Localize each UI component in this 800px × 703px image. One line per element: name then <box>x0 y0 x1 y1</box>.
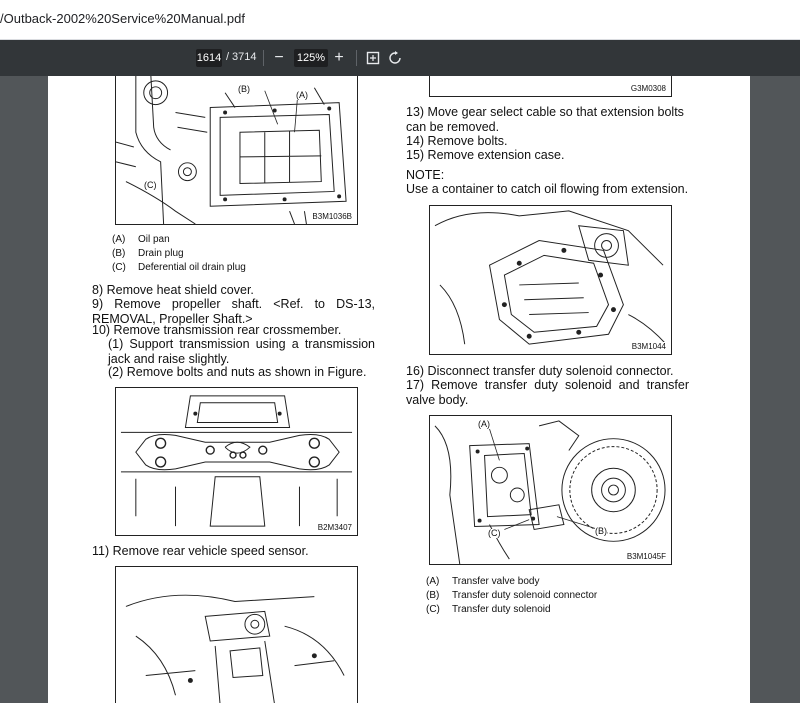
url-text[interactable]: /Outback-2002%20Service%20Manual.pdf <box>0 11 245 26</box>
page-number-input[interactable]: 1614 <box>196 49 222 67</box>
transfer-valve-illustration <box>434 420 666 564</box>
fit-to-page-button[interactable] <box>362 47 384 69</box>
legend-item: (B) Drain plug <box>112 248 184 259</box>
legend-item: (C) Transfer duty solenoid <box>426 604 551 615</box>
callout-a: (A) <box>478 419 490 429</box>
speed-sensor-illustration <box>125 594 345 703</box>
zoom-in-button[interactable]: + <box>328 47 350 69</box>
legend-item: (A) Transfer valve body <box>426 576 540 587</box>
rotate-icon <box>389 51 401 64</box>
rotate-button[interactable] <box>384 47 406 69</box>
figure-speed-sensor <box>115 566 358 703</box>
note-title: NOTE: <box>406 168 445 182</box>
pdf-toolbar: 1614 / 3714 − 125% + <box>0 40 800 76</box>
total-pages: 3714 <box>232 51 257 63</box>
figure-oil-pan: (B) (A) (C) B3M1036B <box>115 76 358 225</box>
callout-b: (B) <box>595 526 607 536</box>
figure-gear-cable: G3M0308 <box>429 76 672 97</box>
figure-code: B3M1036B <box>311 212 353 221</box>
pdf-page: (B) (A) (C) B3M1036B (A) Oil pan (B) Drain… <box>48 76 750 703</box>
figure-code: G3M0308 <box>629 84 667 93</box>
figure-legend-oil-pan: (A) Oil pan (B) Drain plug (C) Deferential … <box>112 233 246 275</box>
note-text: Use a container to catch oil flowing fro… <box>406 182 689 196</box>
step-9: 9) Remove propeller shaft. <Ref. to DS-1… <box>92 297 375 326</box>
callout-c: (C) <box>144 180 157 190</box>
step-14: 14) Remove bolts. <box>406 134 508 148</box>
legend-item: (A) Oil pan <box>112 234 170 245</box>
figure-legend-transfer-valve: (A) Transfer valve body (B) Transfer duty … <box>426 575 597 617</box>
minus-icon: − <box>274 49 284 66</box>
extension-case-illustration <box>434 210 667 345</box>
figure-extension-case: B3M1044 <box>429 205 672 355</box>
legend-item: (B) Transfer duty solenoid connector <box>426 590 598 601</box>
step-17: 17) Remove transfer duty solenoid and tr… <box>406 378 689 407</box>
step-16: 16) Disconnect transfer duty solenoid co… <box>406 364 674 378</box>
address-bar[interactable]: /Outback-2002%20Service%20Manual.pdf <box>0 0 800 40</box>
zoom-out-button[interactable]: − <box>268 47 290 69</box>
fit-to-page-icon <box>366 51 380 65</box>
callout-c: (C) <box>488 528 501 538</box>
page-separator: / <box>226 51 230 63</box>
figure-code: B2M3407 <box>316 523 353 532</box>
step-10-2: (2) Remove bolts and nuts as shown in Fi… <box>108 365 367 379</box>
toolbar-divider <box>356 50 357 66</box>
figure-code: B3M1044 <box>630 342 667 351</box>
zoom-level-input[interactable]: 125% <box>294 49 328 67</box>
legend-item: (C) Deferential oil drain plug <box>112 262 246 273</box>
step-10-1: (1) Support transmission using a transmi… <box>108 337 375 366</box>
callout-a: (A) <box>296 90 308 100</box>
step-15: 15) Remove extension case. <box>406 148 565 162</box>
toolbar-divider <box>263 50 264 66</box>
step-10: 10) Remove transmission rear crossmember… <box>92 323 342 337</box>
crossmember-illustration <box>120 395 353 527</box>
plus-icon: + <box>334 49 344 66</box>
oil-pan-illustration <box>116 76 347 224</box>
step-11: 11) Remove rear vehicle speed sensor. <box>92 544 309 558</box>
figure-transfer-valve: (A) (C) (B) B3M1045F <box>429 415 672 565</box>
step-13: 13) Move gear select cable so that exten… <box>406 105 684 134</box>
step-8: 8) Remove heat shield cover. <box>92 283 254 297</box>
callout-b: (B) <box>238 84 250 94</box>
figure-code: B3M1045F <box>625 552 667 561</box>
figure-crossmember: B2M3407 <box>115 387 358 536</box>
